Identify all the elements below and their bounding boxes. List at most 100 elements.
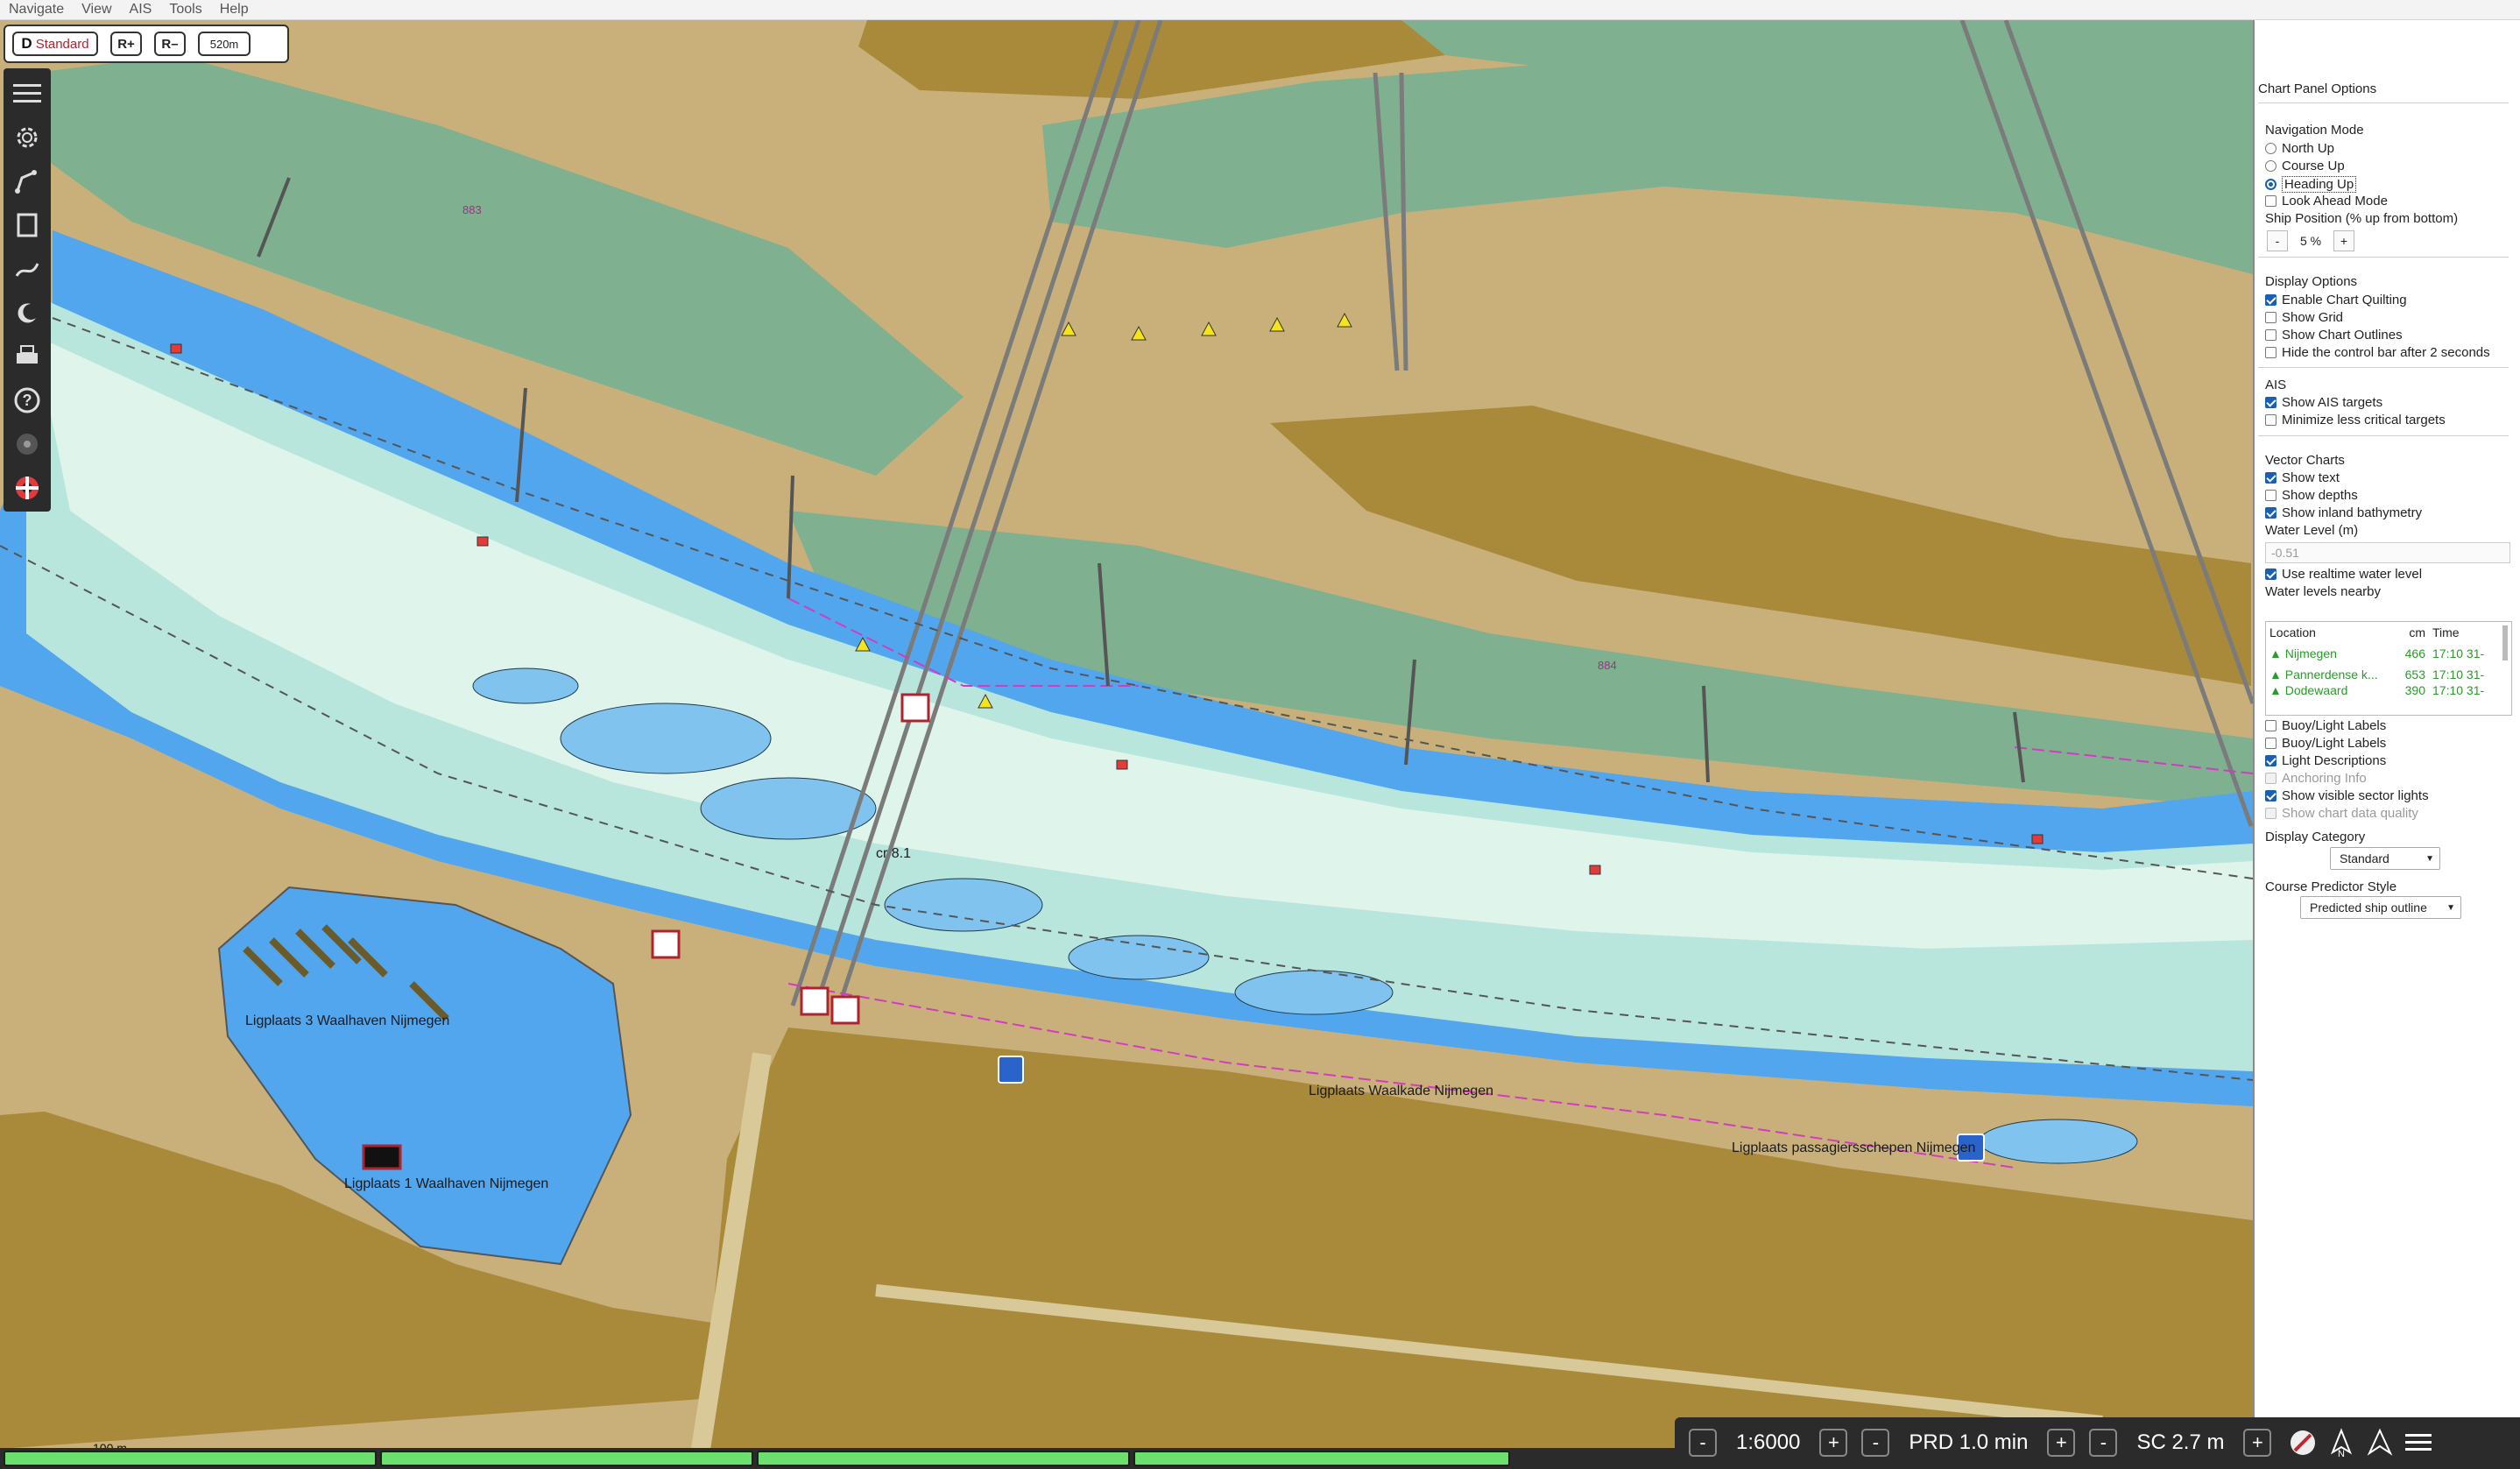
lifebuoy-icon[interactable] (7, 468, 47, 508)
ais-title: AIS (2265, 378, 2287, 392)
nav-mode-title: Navigation Mode (2265, 123, 2364, 138)
outlines-checkbox[interactable] (2265, 329, 2276, 341)
check-show-text[interactable]: Show text (2265, 470, 2340, 485)
table-row[interactable]: ▲ Pannerdense k... 653 17:10 31- (2266, 664, 2511, 685)
check-outlines[interactable]: Show Chart Outlines (2265, 328, 2403, 343)
check-anchoring[interactable]: Anchoring Info (2265, 771, 2367, 786)
display-category-select[interactable]: Standard ▼ (2330, 847, 2440, 870)
buoy-labels-1-label: Buoy/Light Labels (2282, 718, 2387, 733)
show-depths-checkbox[interactable] (2265, 490, 2276, 501)
check-quilting[interactable]: Enable Chart Quilting (2265, 293, 2407, 307)
check-buoy-labels-1[interactable]: Buoy/Light Labels (2265, 718, 2386, 733)
grid-checkbox[interactable] (2265, 312, 2276, 323)
ship-position-plus[interactable]: + (2333, 230, 2354, 251)
table-row[interactable]: ▲ Dodewaard 390 17:10 31- (2266, 685, 2511, 696)
heading-up-radio[interactable] (2265, 179, 2276, 190)
display-mode-button[interactable]: D Standard (12, 32, 98, 56)
row-time: 17:10 31- (2432, 646, 2485, 660)
ship-position-value: 5 % (2299, 234, 2322, 248)
svg-text:?: ? (23, 392, 32, 409)
check-hide-bar[interactable]: Hide the control bar after 2 seconds (2265, 345, 2490, 360)
north-arrow-icon[interactable]: N (2322, 1428, 2361, 1458)
check-grid[interactable]: Show Grid (2265, 310, 2343, 325)
menu-tools[interactable]: Tools (160, 0, 210, 19)
course-up-radio[interactable] (2265, 160, 2276, 172)
light-desc-checkbox[interactable] (2265, 755, 2276, 766)
minimize-checkbox[interactable] (2265, 414, 2276, 426)
check-look-ahead[interactable]: Look Ahead Mode (2265, 194, 2388, 208)
look-ahead-checkbox[interactable] (2265, 195, 2276, 207)
anchoring-label: Anchoring Info (2282, 771, 2367, 786)
bottom-control-bar: - 1:6000 + - PRD 1.0 min + - SC 2.7 m + … (1675, 1417, 2520, 1468)
north-up-radio[interactable] (2265, 143, 2276, 154)
row-cm: 653 (2404, 667, 2425, 682)
chart-map-graphics (0, 20, 2253, 1449)
radio-north-up[interactable]: North Up (2265, 141, 2334, 156)
document-icon[interactable] (7, 205, 47, 245)
buoy-labels-1-checkbox[interactable] (2265, 720, 2276, 731)
menu-view[interactable]: View (73, 0, 120, 19)
check-light-desc[interactable]: Light Descriptions (2265, 753, 2386, 768)
ais-icon[interactable] (7, 424, 47, 464)
menu-bar: Navigate View AIS Tools Help (0, 0, 2520, 20)
range-increase-button[interactable]: R+ (110, 32, 142, 56)
check-ais-targets[interactable]: Show AIS targets (2265, 395, 2382, 410)
hide-bar-checkbox[interactable] (2265, 347, 2276, 358)
row-time: 17:10 31- (2432, 685, 2485, 696)
status-indicator-1 (4, 1451, 377, 1466)
route-icon[interactable] (7, 161, 47, 201)
show-text-checkbox[interactable] (2265, 472, 2276, 484)
track-icon[interactable] (7, 249, 47, 289)
radio-heading-up[interactable]: Heading Up (2265, 176, 2357, 193)
anchoring-checkbox[interactable] (2265, 773, 2276, 784)
sc-plus-button[interactable]: + (2243, 1429, 2272, 1457)
heading-up-label: Heading Up (2282, 176, 2357, 193)
menu-ais[interactable]: AIS (121, 0, 161, 19)
check-minimize[interactable]: Minimize less critical targets (2265, 413, 2446, 427)
help-icon[interactable]: ? (7, 380, 47, 420)
ship-track-icon[interactable] (2284, 1429, 2322, 1457)
buoy-labels-2-checkbox[interactable] (2265, 738, 2276, 749)
check-realtime[interactable]: Use realtime water level (2265, 567, 2422, 582)
prd-minus-button[interactable]: - (1861, 1429, 1890, 1457)
realtime-checkbox[interactable] (2265, 569, 2276, 580)
menu-icon[interactable] (2399, 1429, 2438, 1457)
predictor-style-select[interactable]: Predicted ship outline ▼ (2300, 896, 2461, 919)
navigation-arrow-icon[interactable] (2361, 1428, 2399, 1457)
menu-navigate[interactable]: Navigate (0, 0, 73, 19)
hide-bar-label: Hide the control bar after 2 seconds (2282, 345, 2490, 360)
label-passagiers: Ligplaats passagiersschepen Nijmegen (1732, 1141, 1976, 1155)
check-sector-lights[interactable]: Show visible sector lights (2265, 788, 2429, 803)
chart-mode-bar: D Standard R+ R– 520m (4, 25, 289, 63)
inland-bathy-checkbox[interactable] (2265, 507, 2276, 519)
settings-gear-icon[interactable] (7, 117, 47, 158)
table-row[interactable]: ▲ Nijmegen 466 17:10 31- (2266, 643, 2511, 664)
menu-icon[interactable] (7, 74, 47, 114)
check-inland-bathy[interactable]: Show inland bathymetry (2265, 505, 2422, 520)
prd-plus-button[interactable]: + (2047, 1429, 2076, 1457)
moon-star-icon[interactable] (7, 293, 47, 333)
quilting-checkbox[interactable] (2265, 294, 2276, 306)
print-icon[interactable] (7, 336, 47, 377)
scale-minus-button[interactable]: - (1689, 1429, 1717, 1457)
show-text-label: Show text (2282, 470, 2340, 485)
prd-value: PRD 1.0 min (1909, 1430, 2029, 1454)
data-quality-checkbox[interactable] (2265, 808, 2276, 819)
range-decrease-button[interactable]: R– (154, 32, 186, 56)
chart-canvas[interactable]: Ligplaats 3 Waalhaven Nijmegen Ligplaats… (0, 20, 2253, 1449)
sc-minus-button[interactable]: - (2089, 1429, 2118, 1457)
check-buoy-labels-2[interactable]: Buoy/Light Labels (2265, 736, 2386, 751)
water-levels-table[interactable]: Location cm Time ▲ Nijmegen 466 17:10 31… (2265, 621, 2512, 716)
check-data-quality[interactable]: Show chart data quality (2265, 806, 2418, 821)
scale-plus-button[interactable]: + (1819, 1429, 1848, 1457)
water-level-input[interactable]: -0.51 (2265, 542, 2510, 563)
table-scrollbar[interactable] (2502, 625, 2508, 660)
display-category-label: Display Category (2265, 830, 2366, 844)
quilting-label: Enable Chart Quilting (2282, 293, 2407, 307)
menu-help[interactable]: Help (211, 0, 258, 19)
ship-position-minus[interactable]: - (2267, 230, 2288, 251)
radio-course-up[interactable]: Course Up (2265, 159, 2345, 173)
sector-lights-checkbox[interactable] (2265, 790, 2276, 802)
check-show-depths[interactable]: Show depths (2265, 488, 2358, 503)
ais-targets-checkbox[interactable] (2265, 397, 2276, 408)
